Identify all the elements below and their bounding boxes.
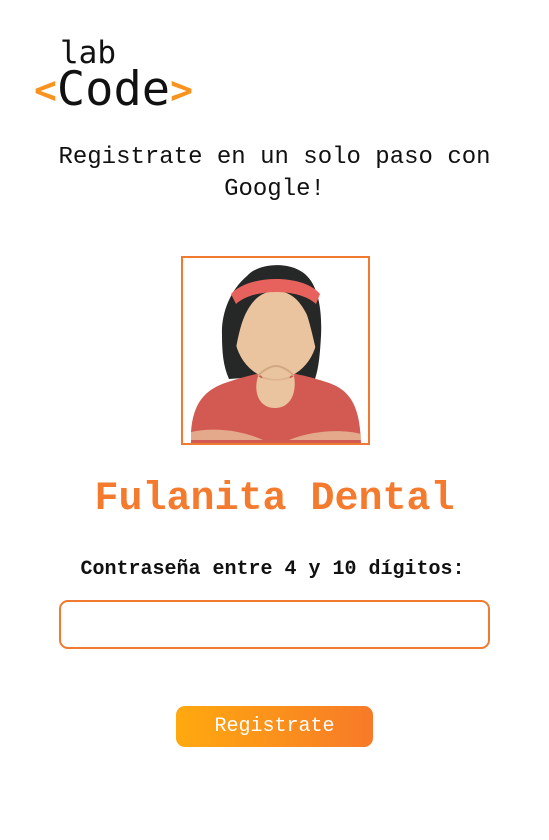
logo-close-bracket: > (170, 68, 193, 112)
user-name: Fulanita Dental (94, 477, 455, 522)
logo-code-row: < Code > (34, 64, 193, 116)
password-input[interactable] (59, 600, 490, 649)
register-button[interactable]: Registrate (176, 706, 373, 747)
logo-code-text: Code (56, 62, 171, 117)
labcode-logo: lab < Code > (34, 38, 234, 118)
password-label: Contraseña entre 4 y 10 dígitos: (80, 558, 465, 581)
profile-avatar (181, 256, 370, 445)
registration-headline: Registrate en un solo paso con Google! (58, 144, 491, 203)
logo-open-bracket: < (34, 68, 57, 112)
female-user-avatar-icon (191, 265, 361, 443)
